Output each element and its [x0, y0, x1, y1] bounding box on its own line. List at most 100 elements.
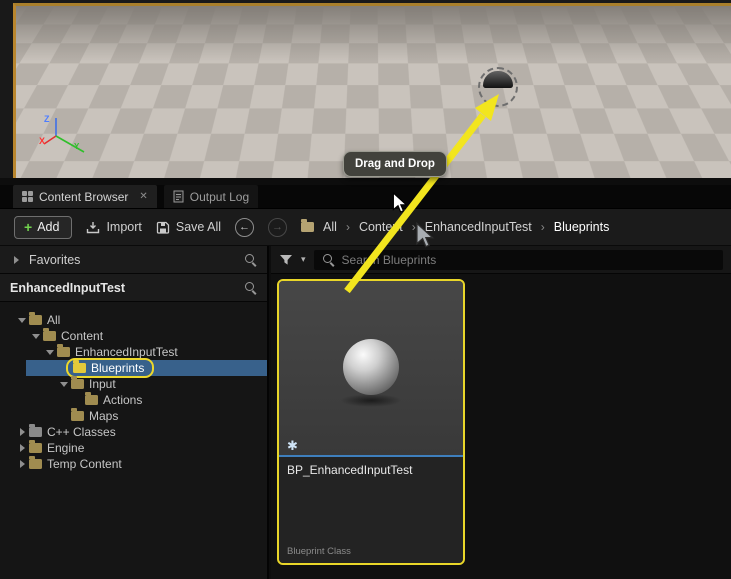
favorites-label: Favorites [29, 252, 81, 267]
tree-item-label: C++ Classes [47, 425, 116, 439]
tooltip-label: Drag and Drop [355, 158, 435, 170]
chevron-down-icon[interactable] [16, 318, 28, 323]
sphere-thumbnail [343, 339, 399, 395]
content-browser-sidebar: Favorites EnhancedInputTest All Content … [0, 246, 269, 579]
tree-item-label: Temp Content [47, 457, 122, 471]
folder-icon [29, 456, 42, 469]
save-all-button-label: Save All [175, 220, 222, 234]
chevron-down-icon[interactable]: ▾ [301, 254, 306, 265]
filter-search-bar: ▾ [271, 246, 731, 274]
chevron-down-icon[interactable] [44, 350, 56, 355]
back-arrow-icon: ← [239, 221, 251, 233]
asset-meta: BP_EnhancedInputTest Blueprint Class [279, 457, 463, 563]
chevron-right-icon[interactable] [16, 428, 28, 436]
tree-item-all[interactable]: All [0, 312, 267, 328]
tree-item-input[interactable]: Input [0, 376, 267, 392]
breadcrumb-separator: › [345, 220, 350, 234]
panel-tab-bar: Content Browser ✕ Output Log [0, 185, 731, 208]
folder-tree: All Content EnhancedInputTest Blueprints [0, 302, 267, 579]
unreal-editor-window: Z X Y Content Browser ✕ Output Log + Add [0, 0, 731, 579]
output-log-icon [173, 190, 184, 203]
add-button-label: Add [37, 219, 60, 234]
tree-item-content[interactable]: Content [0, 328, 267, 344]
favorites-header[interactable]: Favorites [0, 246, 267, 274]
asset-drop-preview [478, 67, 518, 107]
save-icon [156, 221, 170, 234]
folder-icon [43, 328, 56, 341]
cpp-folder-icon [29, 424, 42, 437]
search-icon[interactable] [244, 253, 257, 266]
forward-arrow-icon: → [272, 221, 284, 233]
chevron-right-icon[interactable] [16, 460, 28, 468]
folder-icon [71, 408, 84, 421]
tree-item-label: EnhancedInputTest [75, 345, 178, 359]
drag-ghost-cursor [416, 222, 435, 248]
close-icon[interactable]: ✕ [139, 191, 147, 202]
tree-item-cpp-classes[interactable]: C++ Classes [0, 424, 267, 440]
add-button[interactable]: + Add [14, 215, 73, 239]
search-input[interactable] [341, 252, 723, 267]
collection-label: EnhancedInputTest [10, 280, 126, 295]
breadcrumb: All › Content › EnhancedInputTest › Blue… [301, 219, 610, 234]
breadcrumb-all[interactable]: All [323, 220, 337, 234]
folder-icon [29, 440, 42, 453]
search-field[interactable] [313, 249, 723, 270]
tab-output-log[interactable]: Output Log [163, 185, 259, 208]
folder-icon [29, 312, 42, 325]
tree-item-temp-content[interactable]: Temp Content [0, 456, 267, 472]
axis-label-y: Y [74, 142, 80, 151]
tree-item-label: Engine [47, 441, 85, 455]
folder-icon [71, 376, 84, 389]
tree-item-blueprints[interactable]: Blueprints [0, 358, 267, 378]
tree-item-maps[interactable]: Maps [0, 408, 267, 424]
chevron-down-icon[interactable] [30, 334, 42, 339]
folder-icon [73, 360, 86, 373]
asset-type-label: Blueprint Class [287, 546, 351, 557]
axis-label-z: Z [44, 114, 50, 124]
import-button-label: Import [106, 220, 142, 234]
asset-name: BP_EnhancedInputTest [287, 463, 413, 477]
tree-item-engine[interactable]: Engine [0, 440, 267, 456]
forward-button[interactable]: → [268, 217, 288, 237]
folder-icon [57, 344, 70, 357]
breadcrumb-blueprints[interactable]: Blueprints [554, 220, 610, 234]
tab-content-browser[interactable]: Content Browser ✕ [13, 185, 157, 208]
tree-item-label: Maps [89, 409, 119, 423]
import-icon [87, 221, 100, 233]
tree-item-label: Blueprints [91, 361, 145, 375]
unsaved-asterisk-icon: ✱ [287, 438, 298, 453]
tree-item-label: Actions [103, 393, 143, 407]
save-all-button[interactable]: Save All [156, 220, 221, 234]
search-icon[interactable] [244, 281, 257, 294]
collection-header[interactable]: EnhancedInputTest [0, 274, 267, 302]
chevron-down-icon[interactable] [58, 382, 70, 387]
tree-item-label: Input [89, 377, 116, 391]
folder-icon [301, 219, 315, 232]
asset-tile-bp-enhancedinputtest[interactable]: ✱ BP_EnhancedInputTest Blueprint Class [277, 279, 465, 565]
tree-item-label: All [47, 313, 61, 327]
breadcrumb-enhancedinputtest[interactable]: EnhancedInputTest [425, 220, 532, 234]
preview-mesh-dome [483, 71, 513, 88]
mouse-cursor [392, 192, 408, 213]
tutorial-highlight-box: Blueprints [66, 358, 155, 378]
axis-gizmo: Z X Y [38, 112, 88, 158]
content-browser-icon [22, 191, 33, 202]
breadcrumb-content[interactable]: Content [359, 220, 403, 234]
tab-label: Content Browser [39, 189, 129, 204]
filter-funnel-icon[interactable] [279, 254, 293, 266]
chevron-right-icon[interactable] [10, 256, 22, 264]
chevron-right-icon[interactable] [16, 444, 28, 452]
tree-item-actions[interactable]: Actions [0, 392, 267, 408]
axis-label-x: X [39, 136, 46, 146]
content-browser-toolbar: + Add Import Save All ← → All › Content … [0, 208, 731, 246]
asset-thumbnail: ✱ [279, 281, 463, 455]
tree-item-label: Content [61, 329, 104, 343]
sphere-shadow [340, 394, 402, 407]
search-icon [322, 253, 335, 266]
plus-icon: + [24, 218, 33, 235]
import-button[interactable]: Import [86, 220, 142, 234]
drag-and-drop-tooltip: Drag and Drop [343, 151, 447, 177]
back-button[interactable]: ← [235, 217, 255, 237]
breadcrumb-separator: › [540, 220, 545, 234]
tab-label: Output Log [189, 189, 250, 204]
